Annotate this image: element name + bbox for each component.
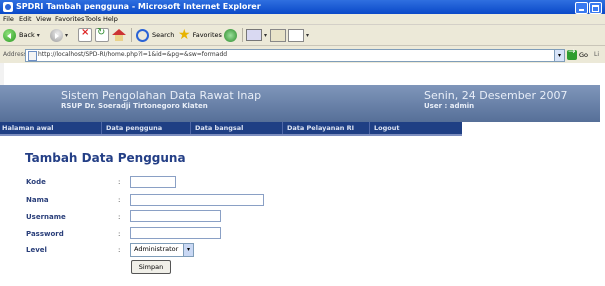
menu-tools[interactable]: Tools bbox=[85, 15, 101, 23]
kode-label: Kode bbox=[26, 178, 46, 186]
password-input[interactable] bbox=[130, 227, 221, 239]
kode-colon: : bbox=[118, 178, 121, 186]
nav-divider bbox=[369, 122, 370, 134]
edit-icon bbox=[288, 28, 304, 42]
history-button[interactable] bbox=[224, 27, 237, 43]
level-label: Level bbox=[26, 246, 47, 254]
minimize-button[interactable] bbox=[575, 2, 588, 14]
links-label[interactable]: Li bbox=[594, 51, 599, 58]
chevron-down-icon: ▾ bbox=[36, 31, 40, 39]
level-selected-value: Administrator bbox=[134, 245, 179, 253]
favorites-button[interactable]: ★ Favorites bbox=[178, 27, 222, 43]
window-title: SPDRI Tambah pengguna - Microsoft Intern… bbox=[16, 2, 261, 11]
main-nav: Halaman awal Data pengguna Data bangsal … bbox=[0, 122, 462, 136]
app-title: Sistem Pengolahan Data Rawat Inap bbox=[61, 89, 262, 102]
nav-divider bbox=[190, 122, 191, 134]
username-label: Username bbox=[26, 213, 66, 221]
search-button[interactable]: Search bbox=[136, 27, 174, 43]
edit-button[interactable]: ▾ bbox=[288, 27, 309, 43]
go-button[interactable]: Go bbox=[567, 47, 589, 60]
browser-icon bbox=[3, 2, 13, 12]
go-arrow-icon bbox=[567, 47, 577, 60]
page-title: Tambah Data Pengguna bbox=[25, 151, 186, 165]
password-label: Password bbox=[26, 230, 64, 238]
username-input[interactable] bbox=[130, 210, 221, 222]
app-header-banner: Sistem Pengolahan Data Rawat Inap RSUP D… bbox=[0, 85, 600, 122]
browser-toolbar: Back ▾ ▾ Search ★ Favorites ▾ ▾ bbox=[0, 25, 605, 46]
maximize-button[interactable] bbox=[589, 2, 602, 14]
chevron-down-icon[interactable]: ▾ bbox=[183, 244, 193, 256]
nav-halaman-awal[interactable]: Halaman awal bbox=[0, 122, 54, 134]
print-icon bbox=[270, 28, 286, 42]
stop-button[interactable] bbox=[78, 27, 92, 43]
menu-help[interactable]: Help bbox=[103, 15, 118, 23]
back-button[interactable]: Back ▾ bbox=[3, 27, 40, 43]
go-label: Go bbox=[579, 50, 589, 59]
page-icon bbox=[28, 51, 37, 61]
toolbar-separator bbox=[242, 28, 243, 42]
nav-data-bangsal[interactable]: Data bangsal bbox=[193, 122, 243, 134]
nav-data-pengguna[interactable]: Data pengguna bbox=[104, 122, 162, 134]
chevron-down-icon: ▾ bbox=[306, 31, 310, 39]
page-right-edge bbox=[600, 63, 605, 286]
favorites-label: Favorites bbox=[192, 31, 222, 39]
refresh-icon bbox=[95, 27, 109, 42]
level-colon: : bbox=[118, 246, 121, 254]
back-label: Back bbox=[19, 31, 35, 39]
nama-colon: : bbox=[118, 196, 121, 204]
address-label: Address bbox=[3, 51, 27, 58]
home-icon bbox=[112, 29, 126, 41]
address-input[interactable]: http://localhost/SPD-RI/home.php?l=1&id=… bbox=[25, 49, 565, 62]
current-date: Senin, 24 Desember 2007 bbox=[424, 89, 568, 102]
nama-input[interactable] bbox=[130, 194, 264, 206]
menu-favorites[interactable]: Favorites bbox=[55, 15, 84, 23]
history-icon bbox=[224, 28, 237, 42]
menu-view[interactable]: View bbox=[36, 15, 51, 23]
nama-label: Nama bbox=[26, 196, 49, 204]
nav-divider bbox=[282, 122, 283, 134]
kode-input[interactable] bbox=[130, 176, 176, 188]
search-icon bbox=[136, 28, 149, 42]
page-top-spacer bbox=[4, 63, 600, 85]
chevron-down-icon: ▾ bbox=[264, 31, 268, 39]
mail-icon bbox=[246, 29, 262, 41]
chevron-down-icon[interactable]: ▾ bbox=[554, 50, 564, 61]
hospital-name: RSUP Dr. Soeradji Tirtonegoro Klaten bbox=[61, 102, 208, 110]
star-icon: ★ bbox=[178, 27, 191, 43]
menu-bar: File Edit View Favorites Tools Help bbox=[0, 14, 605, 25]
forward-button[interactable]: ▾ bbox=[50, 27, 68, 43]
print-button[interactable] bbox=[270, 27, 286, 43]
chevron-down-icon: ▾ bbox=[65, 31, 69, 39]
refresh-button[interactable] bbox=[95, 27, 109, 43]
simpan-button[interactable]: Simpan bbox=[131, 260, 171, 274]
search-label: Search bbox=[152, 31, 175, 39]
current-user: User : admin bbox=[424, 102, 475, 110]
address-bar: Address http://localhost/SPD-RI/home.php… bbox=[0, 46, 605, 64]
home-button[interactable] bbox=[112, 27, 126, 43]
address-url: http://localhost/SPD-RI/home.php?l=1&id=… bbox=[38, 51, 228, 58]
toolbar-separator bbox=[131, 28, 132, 42]
password-colon: : bbox=[118, 230, 121, 238]
nav-data-pelayanan-ri[interactable]: Data Pelayanan RI bbox=[285, 122, 354, 134]
nav-logout[interactable]: Logout bbox=[372, 122, 399, 134]
username-colon: : bbox=[118, 213, 121, 221]
stop-icon bbox=[78, 27, 92, 42]
back-arrow-icon bbox=[3, 28, 16, 42]
level-select[interactable]: Administrator ▾ bbox=[130, 243, 194, 257]
window-title-bar: SPDRI Tambah pengguna - Microsoft Intern… bbox=[0, 0, 605, 14]
mail-button[interactable]: ▾ bbox=[246, 27, 267, 43]
nav-divider bbox=[101, 122, 102, 134]
menu-file[interactable]: File bbox=[3, 15, 14, 23]
menu-edit[interactable]: Edit bbox=[19, 15, 32, 23]
forward-arrow-icon bbox=[50, 28, 63, 42]
